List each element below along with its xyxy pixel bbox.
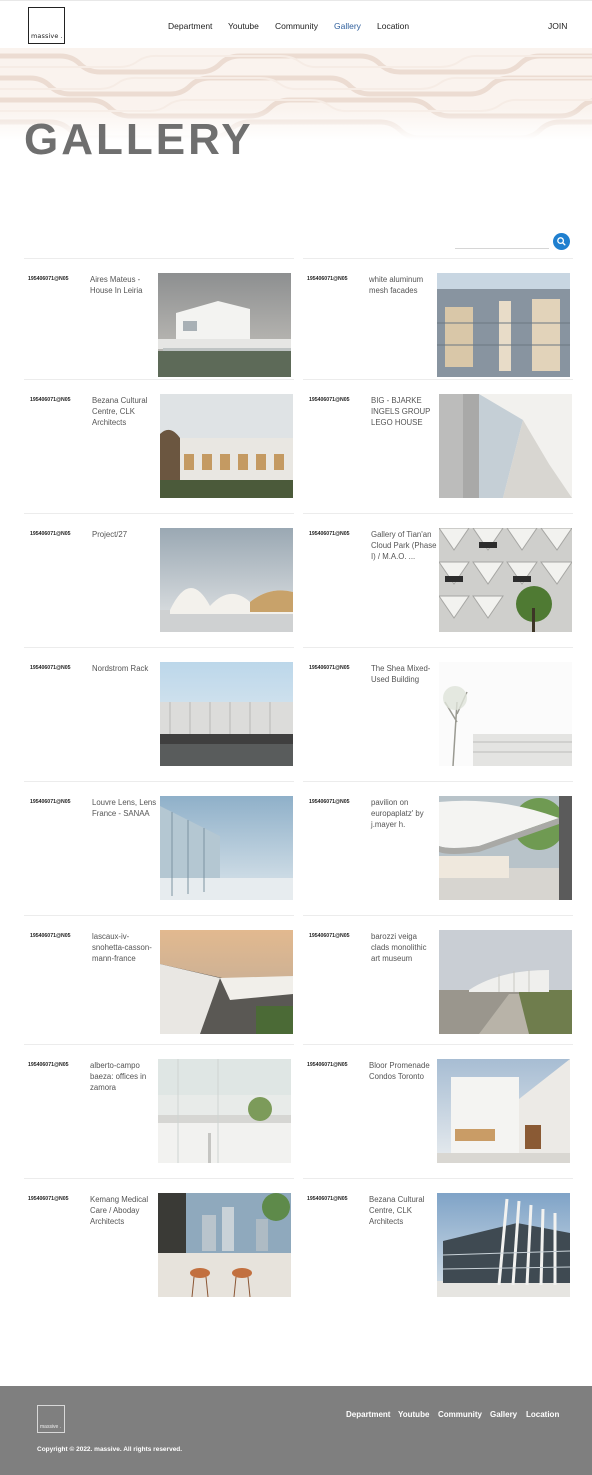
card-author[interactable]: 195406071@N05 bbox=[307, 276, 348, 282]
card-title[interactable]: Bloor Promenade Condos Toronto bbox=[369, 1060, 435, 1082]
footer-nav-gallery[interactable]: Gallery bbox=[490, 1410, 517, 1419]
card-thumbnail[interactable] bbox=[160, 930, 293, 1034]
page-title: GALLERY bbox=[24, 115, 254, 164]
card-author[interactable]: 195406071@N05 bbox=[307, 1062, 348, 1068]
gallery-card[interactable]: 195406071@N05 Aires Mateus - House In Le… bbox=[26, 273, 294, 393]
card-title[interactable]: Bezana Cultural Centre, CLK Architects bbox=[369, 1194, 435, 1227]
footer-nav-community[interactable]: Community bbox=[438, 1410, 482, 1419]
card-author[interactable]: 195406071@N05 bbox=[28, 1196, 69, 1202]
gallery-card[interactable]: 195406071@N05 alberto-campo baeza: offic… bbox=[26, 1059, 294, 1179]
card-thumbnail[interactable] bbox=[439, 394, 572, 498]
main-nav: Department Youtube Community Gallery Loc… bbox=[0, 21, 592, 33]
site-footer: massive . Department Youtube Community G… bbox=[0, 1386, 592, 1475]
card-thumbnail[interactable] bbox=[158, 1193, 291, 1297]
card-author[interactable]: 195406071@N05 bbox=[30, 531, 71, 537]
card-author[interactable]: 195406071@N05 bbox=[307, 1196, 348, 1202]
card-author[interactable]: 195406071@N05 bbox=[30, 933, 71, 939]
search-icon bbox=[557, 237, 566, 246]
nav-youtube[interactable]: Youtube bbox=[228, 21, 259, 31]
gallery-card[interactable]: 195406071@N05 BIG - BJARKE INGELS GROUP … bbox=[307, 394, 575, 514]
card-title[interactable]: The Shea Mixed-Used Building bbox=[371, 663, 437, 685]
gallery-card[interactable]: 195406071@N05 Nordstrom Rack bbox=[28, 662, 296, 782]
nav-gallery[interactable]: Gallery bbox=[334, 21, 361, 31]
gallery-card[interactable]: 195406071@N05 Bezana Cultural Centre, CL… bbox=[28, 394, 296, 514]
card-author[interactable]: 195406071@N05 bbox=[30, 397, 71, 403]
card-thumbnail[interactable] bbox=[437, 1193, 570, 1297]
card-author[interactable]: 195406071@N05 bbox=[30, 665, 71, 671]
join-link[interactable]: JOIN bbox=[548, 21, 567, 31]
card-thumbnail[interactable] bbox=[437, 273, 570, 377]
gallery-card[interactable]: 195406071@N05 white aluminum mesh facade… bbox=[305, 273, 573, 393]
gallery-card[interactable]: 195406071@N05 Bloor Promenade Condos Tor… bbox=[305, 1059, 573, 1179]
card-author[interactable]: 195406071@N05 bbox=[309, 933, 350, 939]
card-title[interactable]: barozzi veiga clads monolithic art museu… bbox=[371, 931, 437, 964]
gallery-card[interactable]: 195406071@N05 Gallery of Tian'an Cloud P… bbox=[307, 528, 575, 648]
site-header: massive . Department Youtube Community G… bbox=[0, 0, 592, 48]
gallery-card[interactable]: 195406071@N05 Project/27 bbox=[28, 528, 296, 648]
gallery-card[interactable]: 195406071@N05 pavilion on europaplatz' b… bbox=[307, 796, 575, 916]
card-author[interactable]: 195406071@N05 bbox=[28, 1062, 69, 1068]
card-title[interactable]: Project/27 bbox=[92, 529, 158, 540]
row-divider bbox=[24, 258, 294, 259]
card-author[interactable]: 195406071@N05 bbox=[309, 665, 350, 671]
search-button[interactable] bbox=[553, 233, 570, 250]
gallery-card[interactable]: 195406071@N05 Louvre Lens, Lens France -… bbox=[28, 796, 296, 916]
card-title[interactable]: BIG - BJARKE INGELS GROUP LEGO HOUSE bbox=[371, 395, 437, 428]
card-title[interactable]: Gallery of Tian'an Cloud Park (Phase I) … bbox=[371, 529, 437, 562]
footer-nav-youtube[interactable]: Youtube bbox=[398, 1410, 429, 1419]
logo-text: massive . bbox=[31, 32, 63, 40]
card-thumbnail[interactable] bbox=[160, 662, 293, 766]
row-divider bbox=[303, 258, 573, 259]
card-thumbnail[interactable] bbox=[160, 528, 293, 632]
gallery-card[interactable]: 195406071@N05 The Shea Mixed-Used Buildi… bbox=[307, 662, 575, 782]
search-input[interactable] bbox=[455, 235, 549, 249]
footer-nav-department[interactable]: Department bbox=[346, 1410, 390, 1419]
card-author[interactable]: 195406071@N05 bbox=[28, 276, 69, 282]
copyright-text: Copyright © 2022. massive. All rights re… bbox=[37, 1446, 183, 1453]
card-title[interactable]: Nordstrom Rack bbox=[92, 663, 158, 674]
card-author[interactable]: 195406071@N05 bbox=[309, 799, 350, 805]
card-thumbnail[interactable] bbox=[160, 394, 293, 498]
card-title[interactable]: Kemang Medical Care / Aboday Architects bbox=[90, 1194, 156, 1227]
card-author[interactable]: 195406071@N05 bbox=[30, 799, 71, 805]
gallery-card[interactable]: 195406071@N05 Bezana Cultural Centre, CL… bbox=[305, 1193, 573, 1313]
card-thumbnail[interactable] bbox=[439, 662, 572, 766]
footer-nav-location[interactable]: Location bbox=[526, 1410, 559, 1419]
card-author[interactable]: 195406071@N05 bbox=[309, 531, 350, 537]
card-thumbnail[interactable] bbox=[158, 1059, 291, 1163]
gallery-card[interactable]: 195406071@N05 barozzi veiga clads monoli… bbox=[307, 930, 575, 1050]
footer-logo-text: massive . bbox=[40, 1424, 62, 1430]
card-title[interactable]: Louvre Lens, Lens France - SANAA bbox=[92, 797, 158, 819]
card-title[interactable]: lascaux-iv-snohetta-casson-mann-france bbox=[92, 931, 158, 964]
card-title[interactable]: pavilion on europaplatz' by j.mayer h. bbox=[371, 797, 437, 830]
card-thumbnail[interactable] bbox=[439, 528, 572, 632]
footer-logo[interactable]: massive . bbox=[37, 1405, 65, 1433]
gallery-card[interactable]: 195406071@N05 Kemang Medical Care / Abod… bbox=[26, 1193, 294, 1313]
card-title[interactable]: white aluminum mesh facades bbox=[369, 274, 435, 296]
card-thumbnail[interactable] bbox=[158, 273, 291, 377]
card-thumbnail[interactable] bbox=[160, 796, 293, 900]
nav-location[interactable]: Location bbox=[377, 21, 409, 31]
card-title[interactable]: Bezana Cultural Centre, CLK Architects bbox=[92, 395, 158, 428]
card-thumbnail[interactable] bbox=[439, 930, 572, 1034]
nav-department[interactable]: Department bbox=[168, 21, 212, 31]
nav-community[interactable]: Community bbox=[275, 21, 318, 31]
card-author[interactable]: 195406071@N05 bbox=[309, 397, 350, 403]
card-title[interactable]: Aires Mateus - House In Leiria bbox=[90, 274, 156, 296]
card-thumbnail[interactable] bbox=[439, 796, 572, 900]
card-thumbnail[interactable] bbox=[437, 1059, 570, 1163]
card-title[interactable]: alberto-campo baeza: offices in zamora bbox=[90, 1060, 156, 1093]
gallery-card[interactable]: 195406071@N05 lascaux-iv-snohetta-casson… bbox=[28, 930, 296, 1050]
gallery-search bbox=[455, 233, 570, 251]
